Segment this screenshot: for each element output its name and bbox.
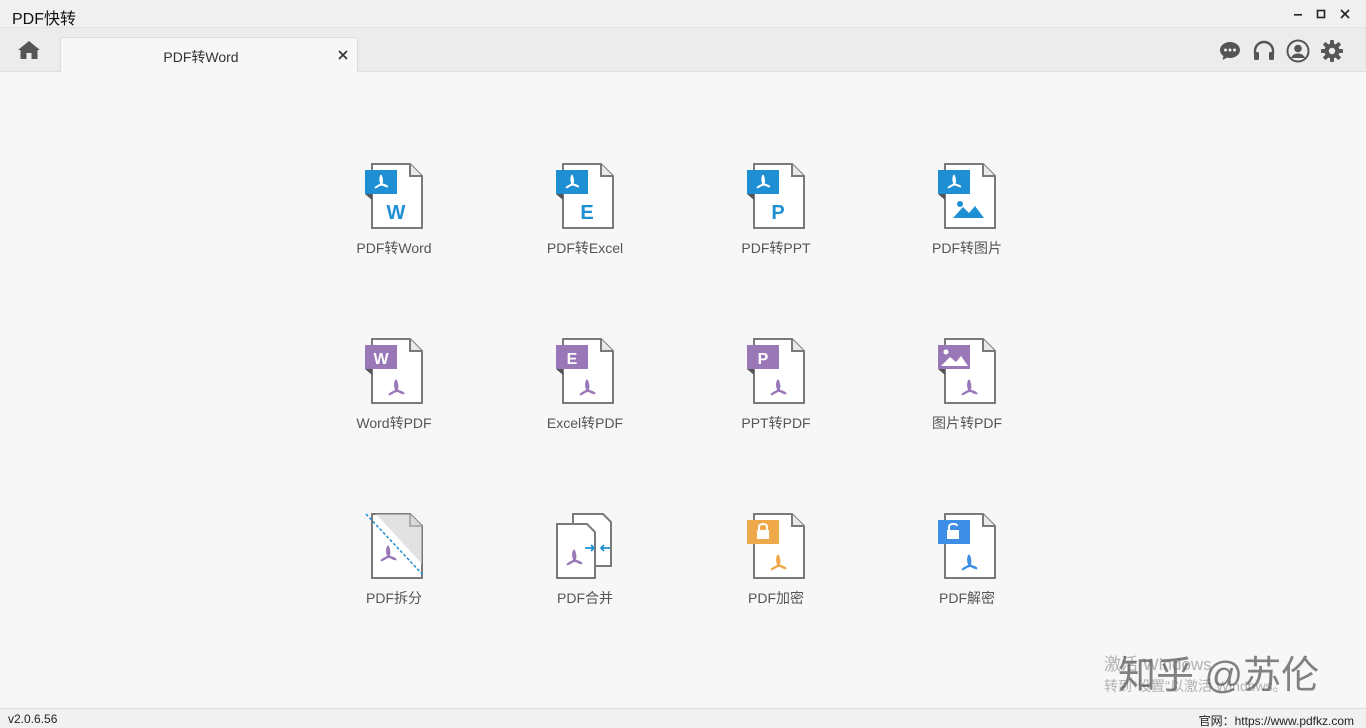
home-icon <box>18 41 40 59</box>
pdf-decrypt-icon <box>938 513 996 579</box>
function-label: PDF加密 <box>748 590 804 606</box>
pdf-encrypt-icon <box>747 513 805 579</box>
svg-text:E: E <box>567 351 578 368</box>
function-pdf-to-image-button[interactable]: PDF转图片 <box>897 162 1037 272</box>
minimize-icon <box>1294 14 1302 16</box>
gear-icon <box>1321 40 1343 62</box>
function-label: PDF拆分 <box>366 590 422 606</box>
home-button[interactable] <box>14 37 44 63</box>
function-label: PDF合并 <box>557 590 613 606</box>
status-bar: v2.0.6.56 官网：https://www.pdfkz.com <box>0 708 1366 728</box>
function-pdf-to-word-button[interactable]: W PDF转Word <box>324 162 464 272</box>
svg-text:W: W <box>387 202 406 224</box>
function-pdf-encrypt-button[interactable]: PDF加密 <box>706 512 846 622</box>
function-ppt-to-pdf-button[interactable]: P PPT转PDF <box>706 337 846 447</box>
title-bar: PDF快转 <box>0 0 1366 28</box>
chat-icon <box>1220 42 1240 60</box>
excel-to-pdf-icon: E <box>556 338 614 404</box>
function-pdf-to-ppt-button[interactable]: P PDF转PPT <box>706 162 846 272</box>
tab-label: PDF转Word <box>163 49 239 65</box>
website-link[interactable]: 官网：https://www.pdfkz.com <box>1199 712 1354 728</box>
svg-text:E: E <box>580 202 593 224</box>
minimize-button[interactable] <box>1286 0 1310 28</box>
image-to-pdf-icon <box>938 338 996 404</box>
function-label: Word转PDF <box>356 415 432 431</box>
function-label: PDF转Word <box>356 240 432 256</box>
support-button[interactable] <box>1251 38 1277 64</box>
svg-text:P: P <box>771 202 784 224</box>
pdf-split-icon <box>365 513 425 579</box>
svg-text:P: P <box>758 351 769 368</box>
function-label: 图片转PDF <box>932 415 1002 431</box>
app-title: PDF快转 <box>12 11 77 28</box>
function-pdf-merge-button[interactable]: PDF合并 <box>515 512 655 622</box>
maximize-button[interactable] <box>1309 0 1333 28</box>
function-pdf-to-excel-button[interactable]: E PDF转Excel <box>515 162 655 272</box>
close-window-button[interactable] <box>1333 0 1357 28</box>
tab-close-button[interactable] <box>333 45 353 65</box>
svg-text:W: W <box>373 351 389 368</box>
function-label: PDF解密 <box>939 590 995 606</box>
pdf-to-excel-icon: E <box>556 163 614 229</box>
function-label: PDF转图片 <box>932 240 1002 256</box>
zhihu-watermark: 知乎 @苏伦 <box>1118 655 1320 697</box>
version-label: v2.0.6.56 <box>8 712 58 726</box>
function-pdf-decrypt-button[interactable]: PDF解密 <box>897 512 1037 622</box>
headset-icon <box>1253 40 1275 60</box>
pdf-to-word-icon: W <box>365 163 423 229</box>
function-pdf-split-button[interactable]: PDF拆分 <box>324 512 464 622</box>
function-word-to-pdf-button[interactable]: W Word转PDF <box>324 337 464 447</box>
pdf-to-ppt-icon: P <box>747 163 805 229</box>
ppt-to-pdf-icon: P <box>747 338 805 404</box>
settings-button[interactable] <box>1319 38 1345 64</box>
account-button[interactable] <box>1285 38 1311 64</box>
function-label: PDF转Excel <box>546 240 624 256</box>
close-icon <box>1340 9 1350 19</box>
pdf-to-image-icon <box>938 163 996 229</box>
tab-bar: PDF转Word <box>0 28 1366 72</box>
function-excel-to-pdf-button[interactable]: E Excel转PDF <box>515 337 655 447</box>
function-label: Excel转PDF <box>546 415 624 431</box>
close-icon <box>338 50 348 60</box>
maximize-icon <box>1316 9 1326 19</box>
function-label: PPT转PDF <box>741 415 811 431</box>
function-label: PDF转PPT <box>741 240 811 256</box>
pdf-merge-icon <box>556 513 612 579</box>
tab-pdf-to-word[interactable]: PDF转Word <box>60 37 358 72</box>
word-to-pdf-icon: W <box>365 338 423 404</box>
user-icon <box>1286 39 1310 63</box>
chat-button[interactable] <box>1217 38 1243 64</box>
function-image-to-pdf-button[interactable]: 图片转PDF <box>897 337 1037 447</box>
